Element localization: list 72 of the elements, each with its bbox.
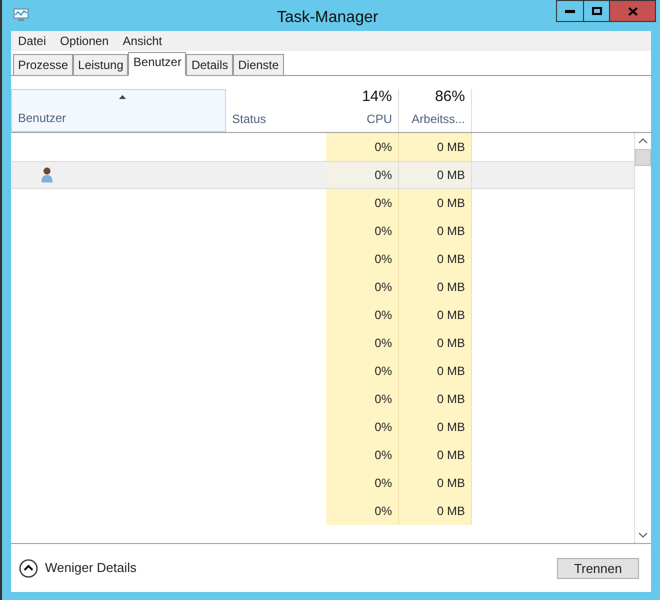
table-cell: 0% xyxy=(326,301,399,329)
table-row[interactable]: 0% 0 MB xyxy=(11,329,634,357)
table-cell: 0% xyxy=(326,217,399,245)
table-cell: 0 MB xyxy=(399,273,472,301)
table-cell: 0% xyxy=(326,357,399,385)
column-label: CPU xyxy=(366,111,392,128)
table-cell: 0 MB xyxy=(399,357,472,385)
table-cell: 0% xyxy=(326,273,399,301)
table-row[interactable]: 0% 0 MB xyxy=(11,273,634,301)
table-cell: 0 MB xyxy=(399,497,472,525)
close-button[interactable] xyxy=(610,0,656,22)
table-cell: 0% xyxy=(326,329,399,357)
table-row[interactable]: 0% 0 MB xyxy=(11,217,634,245)
column-header[interactable]: Status xyxy=(226,89,326,132)
table-cell: 0 MB xyxy=(399,413,472,441)
table-row[interactable]: 0% 0 MB xyxy=(11,385,634,413)
column-total: 86% xyxy=(434,86,465,106)
table-cell: 0 MB xyxy=(399,469,472,497)
table-cell: 0% xyxy=(326,497,399,525)
chevron-up-circle-icon xyxy=(19,558,38,578)
menu-item[interactable]: Datei xyxy=(15,32,50,50)
sort-arrow-icon xyxy=(118,95,126,99)
table-cell: 0 MB xyxy=(399,245,472,273)
column-label: Arbeitss... xyxy=(412,111,465,128)
table-row[interactable]: 0% 0 MB xyxy=(11,441,634,469)
table-cell: 0% xyxy=(326,385,399,413)
column-label: Status xyxy=(232,111,266,128)
table-row[interactable]: 0% 0 MB xyxy=(11,497,634,525)
table-row[interactable]: 0% 0 MB xyxy=(11,133,634,161)
table-cell: 0 MB xyxy=(399,385,472,413)
table-cell: 0% xyxy=(326,469,399,497)
table-cell: 0 MB xyxy=(399,329,472,357)
table-cell: 0 MB xyxy=(399,133,472,161)
tab[interactable]: Prozesse xyxy=(13,54,74,75)
table-cell: 0% xyxy=(326,245,399,273)
table-cell: 0% xyxy=(326,133,399,161)
close-icon xyxy=(628,6,638,16)
tab[interactable]: Dienste xyxy=(233,54,284,75)
table-cell: 0% xyxy=(326,162,399,188)
scroll-thumb[interactable] xyxy=(635,149,651,166)
tab[interactable]: Details xyxy=(186,54,234,75)
column-header[interactable]: 86% Arbeitss... xyxy=(399,89,472,132)
table-row[interactable]: 0% 0 MB xyxy=(11,245,634,273)
disconnect-button[interactable]: Trennen xyxy=(557,558,639,578)
table-row[interactable]: 0% 0 MB xyxy=(11,189,634,217)
window-title: Task-Manager xyxy=(276,8,378,28)
menu-item[interactable]: Ansicht xyxy=(120,32,166,50)
column-total: 14% xyxy=(362,86,392,106)
table-row[interactable]: 0% 0 MB xyxy=(11,469,634,497)
monitor-chart-icon xyxy=(13,8,29,22)
table-cell: 0% xyxy=(326,189,399,217)
column-header[interactable]: Benutzer xyxy=(11,89,226,132)
table-row[interactable]: 0% 0 MB xyxy=(11,413,634,441)
tab[interactable]: Benutzer xyxy=(128,52,186,76)
table-cell: 0 MB xyxy=(399,217,472,245)
table-cell: 0 MB xyxy=(399,162,472,188)
table-cell: 0 MB xyxy=(399,189,472,217)
menu-item[interactable]: Optionen xyxy=(57,32,112,50)
column-label: Benutzer xyxy=(18,110,66,127)
table-cell: 0 MB xyxy=(399,301,472,329)
tab[interactable]: Leistung xyxy=(73,54,128,75)
table-cell: 0% xyxy=(326,441,399,469)
user-icon xyxy=(41,167,53,183)
table-cell: 0 MB xyxy=(399,441,472,469)
table-row[interactable]: 0% 0 MB xyxy=(11,357,634,385)
collapse-toggle[interactable]: Weniger Details xyxy=(19,558,137,578)
minimize-button[interactable] xyxy=(556,0,584,22)
scrollbar[interactable] xyxy=(634,133,651,543)
column-header[interactable]: 14% CPU xyxy=(326,89,399,132)
table-row[interactable]: 0% 0 MB xyxy=(11,301,634,329)
table-row[interactable]: 0% 0 MB xyxy=(11,161,634,189)
table-cell: 0% xyxy=(326,413,399,441)
